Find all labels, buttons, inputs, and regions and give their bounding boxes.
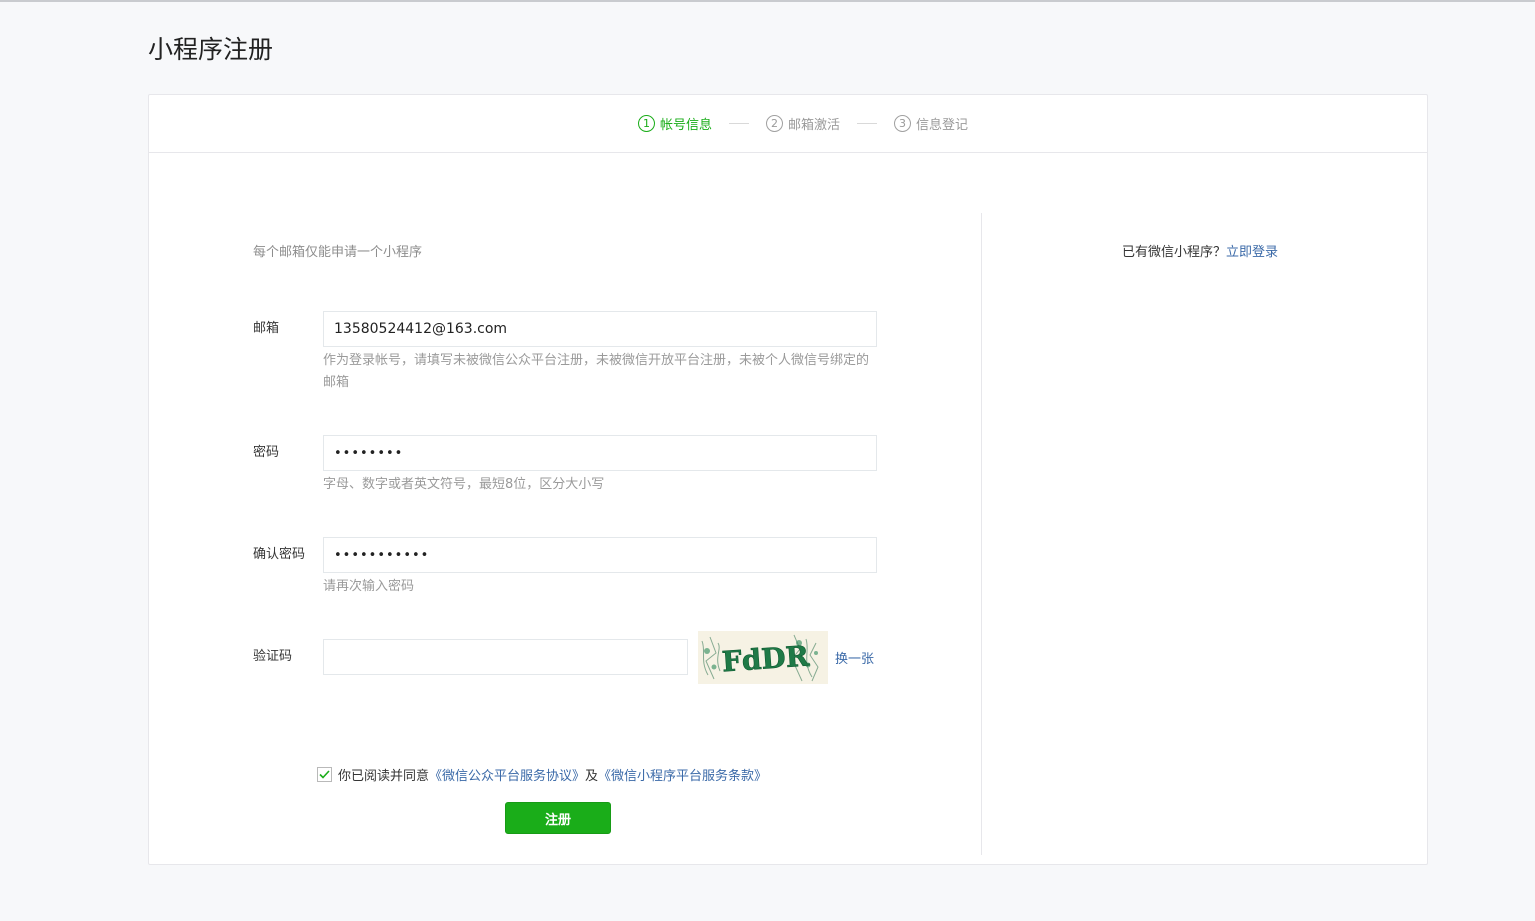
password-hint: 字母、数字或者英文符号，最短8位，区分大小写 xyxy=(323,477,605,492)
step-label: 帐号信息 xyxy=(659,118,712,133)
vertical-divider xyxy=(981,213,982,855)
step-info-registration: 3 信息登记 xyxy=(894,114,968,133)
email-field[interactable] xyxy=(323,311,877,347)
login-link[interactable]: 立即登录 xyxy=(1226,245,1278,260)
confirm-password-label: 确认密码 xyxy=(253,547,306,562)
step-number: 3 xyxy=(894,115,911,132)
check-icon xyxy=(319,770,330,779)
login-hint: 已有微信小程序？立即登录 xyxy=(1122,241,1278,260)
form-tip: 每个邮箱仅能申请一个小程序 xyxy=(253,245,423,260)
captcha-image[interactable]: FdDR xyxy=(698,631,828,684)
top-border xyxy=(0,0,1535,2)
page-title: 小程序注册 xyxy=(148,35,274,64)
refresh-captcha-link[interactable]: 换一张 xyxy=(835,648,874,667)
password-label: 密码 xyxy=(253,445,280,460)
step-separator xyxy=(857,123,877,124)
captcha-input[interactable] xyxy=(323,639,688,675)
captcha-label: 验证码 xyxy=(253,649,293,664)
step-number: 1 xyxy=(637,115,655,132)
service-terms-link[interactable]: 《微信小程序平台服务条款》 xyxy=(598,765,767,784)
password-field[interactable] xyxy=(323,435,877,471)
confirm-password-field[interactable] xyxy=(323,537,877,573)
email-label: 邮箱 xyxy=(253,321,280,336)
captcha-text: FdDR xyxy=(721,639,811,678)
agreement-and: 及 xyxy=(585,769,599,784)
agreement-text: 你已阅读并同意 xyxy=(338,769,430,784)
step-number: 2 xyxy=(765,115,783,132)
step-account-info: 1 帐号信息 xyxy=(637,114,712,133)
step-email-activation: 2 邮箱激活 xyxy=(765,114,840,133)
step-separator xyxy=(728,123,749,124)
step-indicator: 1 帐号信息 2 邮箱激活 3 信息登记 xyxy=(149,95,1427,153)
email-hint: 作为登录帐号，请填写未被微信公众平台注册，未被微信开放平台注册，未被个人微信号绑… xyxy=(323,353,870,390)
step-label: 信息登记 xyxy=(916,118,969,133)
agreement-checkbox[interactable] xyxy=(317,767,332,782)
step-label: 邮箱激活 xyxy=(787,118,840,133)
captcha-graphic: FdDR xyxy=(698,631,828,684)
register-button[interactable]: 注册 xyxy=(505,802,611,834)
login-hint-text: 已有微信小程序？ xyxy=(1122,245,1227,260)
service-agreement-link[interactable]: 《微信公众平台服务协议》 xyxy=(429,765,585,784)
register-card: 1 帐号信息 2 邮箱激活 3 信息登记 每个邮箱仅能申请一个小程序 邮箱 作为… xyxy=(148,94,1428,865)
agreement-row: 你已阅读并同意 《微信公众平台服务协议》 及 《微信小程序平台服务条款》 xyxy=(317,765,767,784)
confirm-password-hint: 请再次输入密码 xyxy=(323,579,415,594)
